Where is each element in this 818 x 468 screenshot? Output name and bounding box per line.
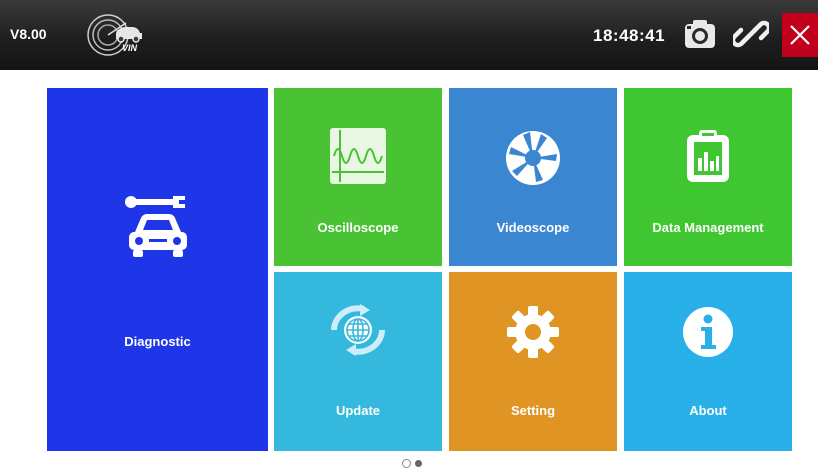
link-icon[interactable] (733, 16, 769, 52)
tile-update[interactable]: Update (274, 272, 442, 451)
version-label: V8.00 (10, 26, 47, 42)
aperture-icon (506, 131, 560, 185)
tile-setting[interactable]: Setting (449, 272, 617, 451)
gear-icon (507, 306, 559, 358)
tile-label: Update (335, 403, 381, 418)
tile-videoscope[interactable]: Videoscope (449, 88, 617, 266)
top-bar: V8.00 VIN 18:48:41 (0, 0, 818, 70)
tile-diagnostic[interactable]: Diagnostic (47, 88, 268, 451)
tile-label: About (689, 403, 727, 418)
vin-scan-icon[interactable]: VIN (86, 13, 146, 57)
tile-label: Setting (510, 403, 556, 418)
clock: 18:48:41 (593, 26, 666, 45)
tile-about[interactable]: About (624, 272, 792, 451)
camera-icon[interactable] (682, 16, 718, 52)
page-indicator (402, 459, 432, 468)
oscilloscope-icon (330, 128, 386, 184)
clipboard-chart-icon (687, 130, 729, 182)
tile-label: Data Management (652, 220, 764, 235)
tile-label: Diagnostic (124, 334, 191, 349)
globe-refresh-icon (331, 304, 385, 356)
vin-text: VIN (122, 43, 138, 53)
info-icon (683, 307, 733, 357)
tile-label: Videoscope (496, 220, 570, 235)
tile-oscilloscope[interactable]: Oscilloscope (274, 88, 442, 266)
tile-data-management[interactable]: Data Management (624, 88, 792, 266)
car-wrench-icon (124, 196, 187, 257)
tile-label: Oscilloscope (317, 220, 399, 235)
close-icon (790, 25, 810, 45)
page-dot-2[interactable] (415, 460, 422, 467)
page-dot-1[interactable] (402, 459, 411, 468)
close-button[interactable] (782, 13, 818, 57)
